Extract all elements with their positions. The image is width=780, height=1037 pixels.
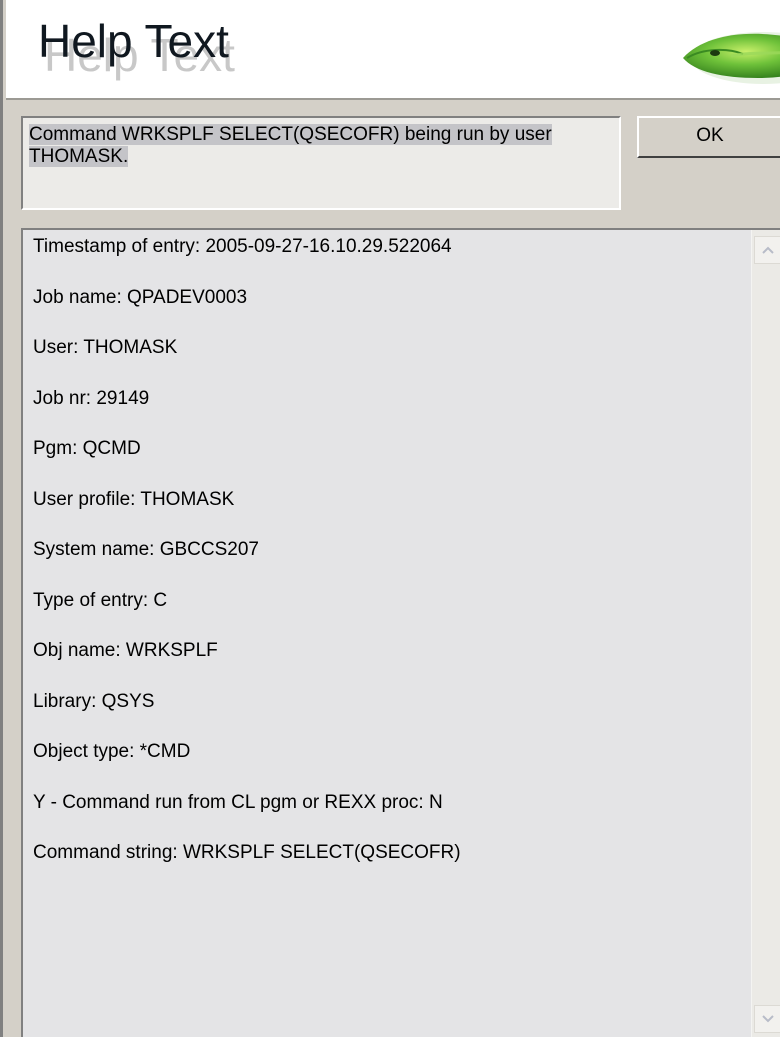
detail-line: User: THOMASK [33, 337, 178, 358]
detail-line: System name: GBCCS207 [33, 539, 259, 560]
gecko-logo-icon [683, 32, 780, 84]
detail-line: Job name: QPADEV0003 [33, 286, 248, 308]
detail-line: Job nr: 29149 [33, 387, 150, 409]
detail-list: Timestamp of entry: 2005-09-27-16.10.29.… [23, 230, 741, 887]
detail-line: User profile: THOMASK [33, 488, 235, 510]
detail-line: Timestamp of entry: 2005-09-27-16.10.29.… [33, 236, 452, 257]
header-banner: Help Text Help Text [6, 0, 780, 100]
page-title-group: Help Text Help Text [38, 14, 338, 94]
detail-line: Command string: WRKSPLF SELECT(QSECOFR) [33, 842, 461, 863]
detail-line: Obj name: WRKSPLF [33, 640, 218, 661]
ok-button[interactable]: OK [637, 116, 780, 158]
detail-line: Pgm: QCMD [33, 438, 141, 459]
help-text-window: Help Text Help Text Command WRKSPLF SELE… [0, 0, 780, 1037]
scroll-down-arrow-icon[interactable] [754, 1005, 780, 1033]
detail-text-area[interactable]: Timestamp of entry: 2005-09-27-16.10.29.… [21, 228, 780, 1037]
page-title: Help Text [38, 15, 229, 67]
scroll-up-arrow-icon[interactable] [754, 236, 780, 264]
detail-line: Library: QSYS [33, 690, 155, 712]
detail-line: Y - Command run from CL pgm or REXX proc… [33, 791, 443, 813]
message-box: Command WRKSPLF SELECT(QSECOFR) being ru… [21, 116, 621, 210]
detail-line: Object type: *CMD [33, 741, 191, 762]
detail-line: Type of entry: C [33, 589, 168, 611]
vertical-scrollbar[interactable] [751, 230, 780, 1037]
message-text[interactable]: Command WRKSPLF SELECT(QSECOFR) being ru… [29, 124, 552, 167]
